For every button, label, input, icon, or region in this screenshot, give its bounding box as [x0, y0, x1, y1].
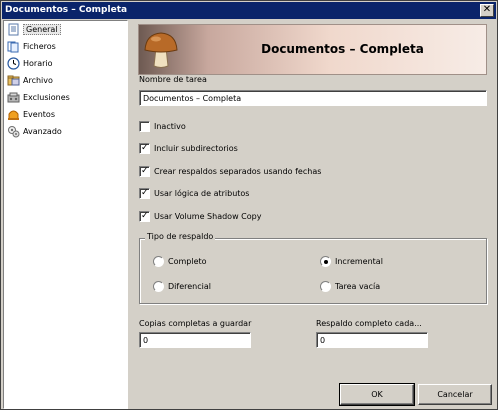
checkbox-label: Incluir subdirectorios — [154, 144, 238, 153]
tarea-vacia-radio[interactable] — [320, 281, 331, 292]
sidebar-item-label: Archivo — [23, 76, 53, 85]
include-subdirectories-checkbox[interactable]: ✓ — [139, 143, 150, 154]
full-backup-every-label: Respaldo completo cada... — [316, 319, 422, 328]
volume-shadow-copy-checkbox[interactable]: ✓ — [139, 211, 150, 222]
sidebar-item-horario[interactable]: Horario — [4, 55, 127, 72]
sidebar-item-label: Horario — [23, 59, 53, 68]
full-backup-every-input[interactable] — [316, 332, 428, 348]
radio-selected-dot — [324, 260, 328, 264]
advanced-icon — [8, 126, 20, 138]
exclusions-icon — [7, 92, 20, 103]
general-panel: Documentos – Completa Nombre de tarea In… — [130, 20, 497, 409]
incremental-radio[interactable] — [320, 256, 331, 267]
sidebar-item-label: Ficheros — [23, 42, 56, 51]
completo-radio[interactable] — [153, 256, 164, 267]
clock-icon — [7, 57, 20, 70]
diferencial-radio[interactable] — [153, 281, 164, 292]
dialog-window: Documentos – Completa ✕ General Ficheros — [0, 0, 498, 410]
sidebar-item-label: Eventos — [23, 110, 55, 119]
radio-label: Tarea vacía — [335, 282, 381, 291]
sidebar-item-exclusiones[interactable]: Exclusiones — [4, 89, 127, 106]
attribute-logic-checkbox[interactable]: ✓ — [139, 188, 150, 199]
full-copies-label: Copias completas a guardar — [139, 319, 252, 328]
title-bar[interactable]: Documentos – Completa ✕ — [2, 2, 496, 19]
full-copies-input[interactable] — [139, 332, 251, 348]
backup-type-group — [139, 238, 487, 304]
sidebar-item-label: Avanzado — [23, 127, 62, 136]
archive-icon — [7, 75, 20, 86]
sidebar-item-general[interactable]: General — [4, 21, 127, 38]
radio-label: Diferencial — [168, 282, 211, 291]
sidebar-item-ficheros[interactable]: Ficheros — [4, 38, 127, 55]
check-mark-icon: ✓ — [141, 188, 149, 198]
cancel-button[interactable]: Cancelar — [418, 384, 492, 405]
window-title: Documentos – Completa — [5, 5, 128, 15]
sidebar-item-avanzado[interactable]: Avanzado — [4, 123, 127, 140]
inactive-checkbox[interactable] — [139, 121, 150, 132]
files-icon — [7, 41, 19, 53]
sidebar-item-eventos[interactable]: Eventos — [4, 106, 127, 123]
sidebar-item-label: Exclusiones — [23, 93, 70, 102]
sidebar-item-label: General — [23, 24, 61, 35]
sidebar: General Ficheros Horario Archivo Exclusi… — [3, 20, 128, 409]
sidebar-item-archivo[interactable]: Archivo — [4, 72, 127, 89]
page-title: Documentos – Completa — [261, 42, 424, 56]
ok-button[interactable]: OK — [339, 383, 415, 406]
close-button[interactable]: ✕ — [480, 4, 494, 17]
mushroom-icon — [144, 32, 178, 68]
checkbox-label: Inactivo — [154, 122, 186, 131]
check-mark-icon: ✓ — [141, 166, 149, 176]
checkbox-label: Usar lógica de atributos — [154, 189, 250, 198]
close-icon: ✕ — [482, 4, 492, 15]
backup-type-title: Tipo de respaldo — [145, 232, 216, 241]
check-mark-icon: ✓ — [141, 143, 149, 153]
separate-backups-checkbox[interactable]: ✓ — [139, 166, 150, 177]
checkbox-label: Usar Volume Shadow Copy — [154, 212, 262, 221]
radio-label: Completo — [168, 257, 207, 266]
checkbox-label: Crear respaldos separados usando fechas — [154, 167, 322, 176]
page-header: Documentos – Completa — [138, 24, 487, 75]
radio-label: Incremental — [335, 257, 383, 266]
task-name-label: Nombre de tarea — [139, 75, 207, 84]
general-page-icon — [8, 23, 19, 36]
check-mark-icon: ✓ — [141, 211, 149, 221]
events-icon — [8, 110, 19, 120]
task-name-input[interactable] — [139, 90, 487, 106]
